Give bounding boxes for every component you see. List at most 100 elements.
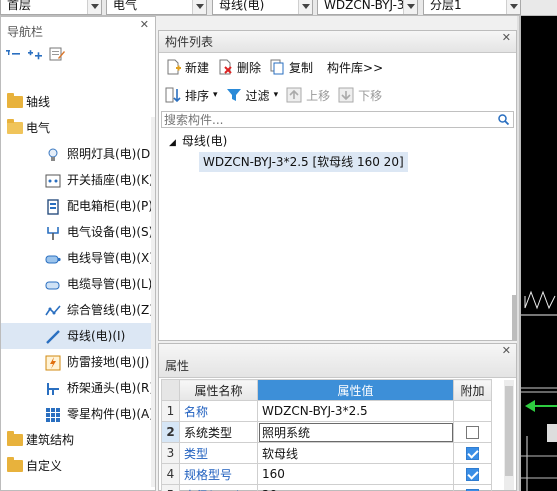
lamp-icon xyxy=(45,146,61,162)
component-select[interactable]: WDZCN-BYJ-3 xyxy=(317,0,418,15)
property-value-cell[interactable]: 20 xyxy=(257,484,454,491)
move-up-label: 上移 xyxy=(306,88,331,103)
app-window: 首层 电气 母线(电) WDZCN-BYJ-3 分层1 ✕ 导航栏 轴线 电气 照明… xyxy=(0,0,557,491)
sort-icon xyxy=(165,87,181,103)
copy-button[interactable]: 复制 xyxy=(267,56,319,78)
property-value-cell[interactable]: 160 xyxy=(257,463,454,485)
nav-tree-item[interactable]: 母线(电)(I) xyxy=(1,323,155,349)
close-icon[interactable]: ✕ xyxy=(502,344,511,358)
nav-tree-item[interactable]: 自定义 xyxy=(1,453,155,479)
floor-select-value: 首层 xyxy=(7,0,32,12)
new-button[interactable]: 新建 xyxy=(163,56,215,78)
chevron-down-icon[interactable] xyxy=(298,0,312,14)
component-list-scrollbar[interactable] xyxy=(512,295,516,340)
nav-scrollbar[interactable] xyxy=(151,117,155,487)
property-value-cell[interactable]: 照明系统 xyxy=(257,421,454,443)
component-library-button[interactable]: 构件库>> xyxy=(319,56,389,78)
move-up-button[interactable]: 上移 xyxy=(284,84,336,106)
component-toolbar-1: 新建 删除 复制 构件库>> xyxy=(159,53,516,81)
folder-icon xyxy=(7,457,23,474)
move-down-button[interactable]: 下移 xyxy=(336,84,388,106)
component-item-row[interactable]: WDZCN-BYJ-3*2.5 [软母线 160 20] xyxy=(199,152,408,172)
property-row[interactable]: 2 系统类型 照明系统 xyxy=(161,421,492,443)
property-name: 名称 xyxy=(179,400,258,422)
nav-tree-item[interactable]: 桥架通头(电)(R) xyxy=(1,375,155,401)
property-value-cell[interactable]: 软母线 xyxy=(257,442,454,464)
layer-select[interactable]: 分层1 xyxy=(423,0,521,15)
nav-tree-item-label: 桥架通头(电)(R) xyxy=(67,381,155,395)
component-search xyxy=(161,111,514,128)
nav-tree-item[interactable]: 配电箱柜(电)(P) xyxy=(1,193,155,219)
discipline-select[interactable]: 电气 xyxy=(106,0,207,15)
busbar-icon xyxy=(45,328,61,344)
properties-scrollbar[interactable] xyxy=(504,380,514,490)
property-row[interactable]: 1 名称 WDZCN-BYJ-3*2.5 xyxy=(161,400,492,422)
delete-button[interactable]: 删除 xyxy=(215,56,267,78)
close-icon[interactable]: ✕ xyxy=(502,31,511,45)
attach-checkbox[interactable] xyxy=(466,447,479,460)
nav-tree-item[interactable]: 电线导管(电)(X) xyxy=(1,245,155,271)
chevron-down-icon[interactable] xyxy=(403,0,417,14)
copy-button-label: 复制 xyxy=(289,60,314,75)
component-search-input[interactable] xyxy=(162,112,482,127)
property-row[interactable]: 4 规格型号 160 xyxy=(161,463,492,485)
drawing-canvas[interactable] xyxy=(519,16,557,491)
row-number: 5 xyxy=(161,484,180,491)
nav-tree-item[interactable]: 电气设备(电)(S) xyxy=(1,219,155,245)
dropdown-arrow-icon[interactable]: ▾ xyxy=(213,90,218,100)
nav-tree-item[interactable]: 建筑结构 xyxy=(1,427,155,453)
component-type-select[interactable]: 母线(电) xyxy=(212,0,313,15)
folder-icon xyxy=(7,93,23,110)
nav-tree-item[interactable]: 防雷接地(电)(J) xyxy=(1,349,155,375)
close-icon[interactable]: ✕ xyxy=(140,18,149,32)
nav-tree-item[interactable]: 轴线 xyxy=(1,89,155,115)
nav-tree-item-label: 电缆导管(电)(L) xyxy=(67,277,153,291)
property-extra-cell xyxy=(453,463,492,485)
nav-tree-item[interactable]: 照明灯具(电)(D) xyxy=(1,141,155,167)
move-down-label: 下移 xyxy=(358,88,383,103)
edit-icon[interactable] xyxy=(49,47,65,61)
attach-checkbox[interactable] xyxy=(466,426,479,439)
collapse-all-icon[interactable] xyxy=(5,47,21,61)
component-item-label: WDZCN-BYJ-3*2.5 [软母线 160 20] xyxy=(203,155,404,169)
filter-icon xyxy=(226,87,242,103)
nav-tree-item[interactable]: 开关插座(电)(K) xyxy=(1,167,155,193)
nav-tree-item-label: 照明灯具(电)(D) xyxy=(67,147,155,161)
nav-tree-item[interactable]: 电缆导管(电)(L) xyxy=(1,271,155,297)
nav-tree-item[interactable]: 电气 xyxy=(1,115,155,141)
expand-all-icon[interactable] xyxy=(27,47,43,61)
nav-tree-item-label: 轴线 xyxy=(26,95,51,109)
filter-button-label: 过滤 xyxy=(245,88,270,103)
chevron-down-icon[interactable] xyxy=(506,0,520,14)
properties-panel: 属性 ✕ 属性名称 属性值 附加 1 名称 WDZCN-BYJ-3*2.5 2 系统类型照… xyxy=(158,343,517,491)
properties-header-row: 属性名称 属性值 附加 xyxy=(161,379,492,401)
attach-checkbox[interactable] xyxy=(466,468,479,481)
component-group-row[interactable]: ◢ 母线(电) xyxy=(169,131,227,151)
property-name: 直径(mm) xyxy=(179,484,258,491)
row-number-header xyxy=(161,379,180,401)
nav-tree-item[interactable]: 零星构件(电)(A) xyxy=(1,401,155,427)
property-value-cell[interactable]: WDZCN-BYJ-3*2.5 xyxy=(257,400,454,422)
property-row[interactable]: 5直径(mm)20 xyxy=(161,484,492,491)
property-row[interactable]: 3 类型 软母线 xyxy=(161,442,492,464)
row-number: 4 xyxy=(161,463,180,485)
nav-tree-item-label: 建筑结构 xyxy=(26,433,75,447)
discipline-select-value: 电气 xyxy=(113,0,138,12)
property-extra-cell xyxy=(453,421,492,443)
dropdown-arrow-icon[interactable]: ▾ xyxy=(274,90,279,100)
nav-tree-item[interactable]: 综合管线(电)(Z) xyxy=(1,297,155,323)
filter-button[interactable]: 过滤 ▾ xyxy=(224,84,285,106)
nav-tree-item-label: 母线(电)(I) xyxy=(67,329,126,343)
sort-button[interactable]: 排序 ▾ xyxy=(163,84,224,106)
nav-tree: 轴线电气照明灯具(电)(D) 开关插座(电)(K) 配电箱柜(电)(P) 电气设备(电… xyxy=(1,87,155,487)
expand-triangle-icon[interactable]: ◢ xyxy=(169,138,176,148)
switch-socket-icon xyxy=(45,172,61,188)
property-extra-cell xyxy=(453,442,492,464)
floor-select[interactable]: 首层 xyxy=(0,0,102,15)
navigation-panel: ✕ 导航栏 轴线 电气 照明灯具(电)(D) 开关插座(电)(K) 配电箱柜(电)(P)… xyxy=(0,16,156,491)
search-icon[interactable] xyxy=(498,114,510,126)
chevron-down-icon[interactable] xyxy=(87,0,101,14)
electrical-device-icon xyxy=(45,224,61,240)
chevron-down-icon[interactable] xyxy=(192,0,206,14)
nav-tree-item-label: 电气设备(电)(S) xyxy=(67,225,154,239)
